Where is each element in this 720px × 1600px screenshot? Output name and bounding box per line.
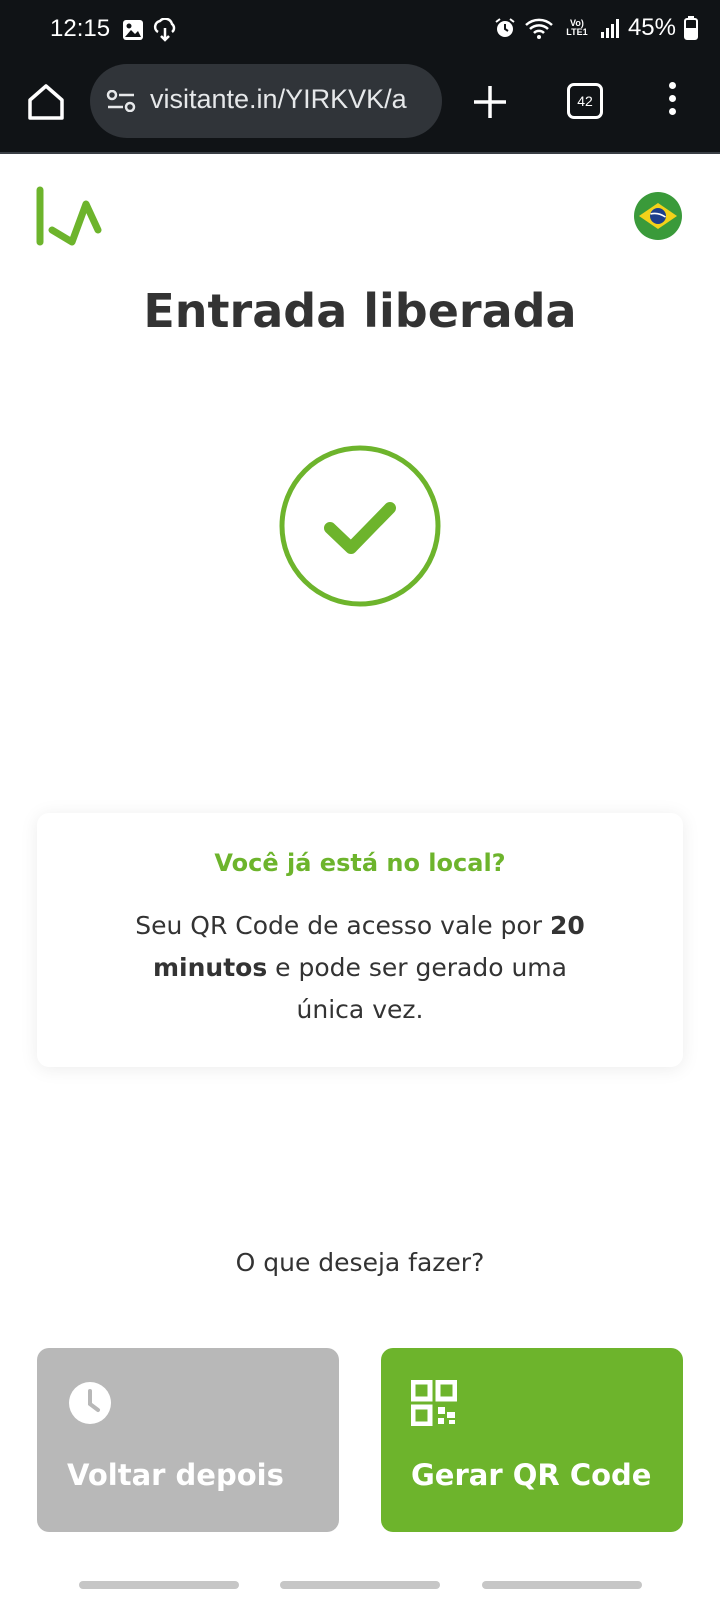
info-card-text: Seu QR Code de acesso vale por 20 minuto… xyxy=(117,905,603,1031)
gallery-icon xyxy=(123,20,143,40)
site-settings-icon[interactable] xyxy=(106,90,136,112)
page-indicator xyxy=(280,1581,440,1589)
url-text[interactable]: visitante.in/YIRKVK/a xyxy=(150,84,440,115)
alarm-icon xyxy=(495,18,515,37)
battery-percentage: 45% xyxy=(627,14,676,41)
generate-qr-button[interactable]: Gerar QR Code xyxy=(381,1348,683,1532)
new-tab-icon[interactable] xyxy=(470,82,510,122)
logo-icon xyxy=(36,186,102,246)
info-card-title: Você já está no local? xyxy=(214,849,506,877)
page-title: Entrada liberada xyxy=(143,284,577,338)
return-later-button[interactable]: Voltar depois xyxy=(37,1348,339,1532)
status-time: 12:15 xyxy=(50,15,111,42)
cloud-sync-icon xyxy=(153,18,176,42)
page-indicator xyxy=(79,1581,239,1589)
menu-icon[interactable] xyxy=(664,82,680,122)
tabs-icon[interactable]: 42 xyxy=(567,83,603,119)
return-later-label: Voltar depois xyxy=(67,1458,284,1492)
signal-icon xyxy=(600,19,619,38)
clock-icon xyxy=(69,1382,111,1424)
url-bar[interactable]: visitante.in/YIRKVK/a xyxy=(90,64,442,138)
home-icon[interactable] xyxy=(24,80,68,124)
page-indicator xyxy=(482,1581,642,1589)
network-type-label: Vo) LTE1 xyxy=(566,18,588,37)
generate-qr-label: Gerar QR Code xyxy=(411,1458,652,1492)
success-check-icon xyxy=(279,445,441,607)
info-card-text-part: Seu QR Code de acesso vale por xyxy=(135,911,550,940)
action-question: O que deseja fazer? xyxy=(235,1248,485,1277)
qr-code-icon xyxy=(411,1380,457,1426)
info-card: Você já está no local? Seu QR Code de ac… xyxy=(37,813,683,1067)
browser-toolbar: visitante.in/YIRKVK/a 42 xyxy=(0,60,720,154)
wifi-icon xyxy=(525,18,553,39)
status-bar: 12:15 Vo) LTE1 45% xyxy=(0,0,720,60)
brazil-flag-icon[interactable] xyxy=(634,192,682,240)
info-card-text-part: e pode ser gerado uma única vez. xyxy=(267,953,567,1024)
battery-icon xyxy=(684,16,698,40)
